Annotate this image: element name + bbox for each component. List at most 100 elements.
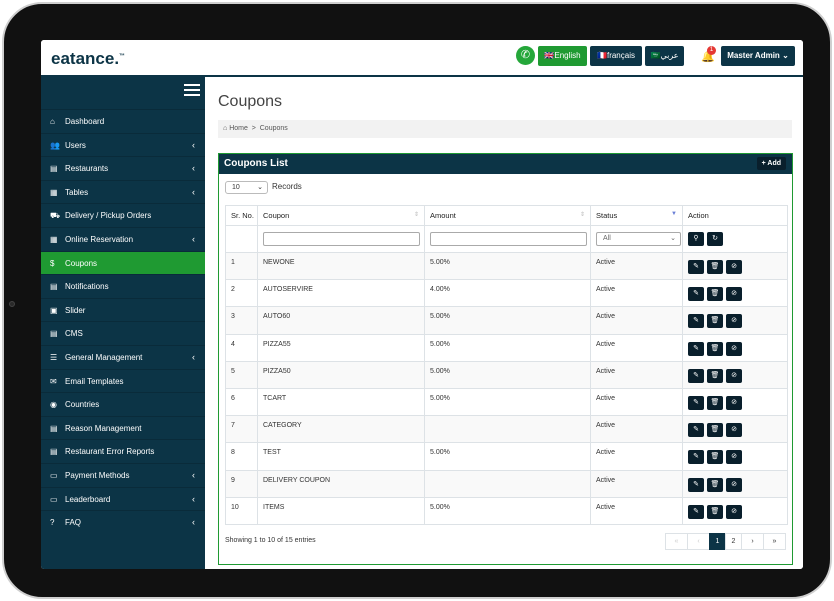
table-row: 5 PIZZA50 5.00% Active ✎ 🗑 ⊘ [225,360,788,389]
sidebar-item-reason-management[interactable]: ▤ Reason Management [41,415,205,440]
delete-button[interactable]: 🗑 [707,368,723,383]
delete-button[interactable]: 🗑 [707,423,723,438]
sidebar-item-general-management[interactable]: ☰ General Management ‹ [41,344,205,369]
edit-button[interactable]: ✎ [688,450,704,465]
top-bar: eatance.™ ✆ 🇬🇧English 🇫🇷français 🇸🇦عربي … [41,40,803,77]
delete-button[interactable]: 🗑 [707,504,723,519]
prev-page-button[interactable]: ‹ [687,533,710,550]
status-filter-select[interactable]: All ⌄ [596,232,681,246]
cell-actions: ✎ 🗑 ⊘ [682,279,788,308]
page-1-button[interactable]: 1 [709,533,726,550]
brand-logo[interactable]: eatance.™ [51,49,125,69]
chevron-left-icon: ‹ [192,493,195,504]
sidebar-item-label: FAQ [65,518,82,528]
sidebar-item-label: Reason Management [65,423,142,433]
sidebar-item-cms[interactable]: ▤ CMS [41,321,205,345]
sidebar-item-tables[interactable]: ▦ Tables ‹ [41,179,205,204]
sidebar-item-email-templates[interactable]: ✉ Email Templates [41,368,205,393]
edit-button[interactable]: ✎ [688,287,704,302]
search-button[interactable]: ⚲ [688,232,704,246]
trash-icon: 🗑 [710,398,720,406]
deactivate-button[interactable]: ⊘ [726,260,742,274]
lang-english-button[interactable]: 🇬🇧English [538,46,587,66]
last-page-button[interactable]: » [763,533,786,550]
edit-button[interactable]: ✎ [688,314,704,329]
table-row: 2 AUTOSERVIRE 4.00% Active ✎ 🗑 ⊘ [225,279,788,308]
sidebar-item-label: Delivery / Pickup Orders [65,211,152,221]
deactivate-button[interactable]: ⊘ [726,504,742,519]
trash-icon: 🗑 [710,290,720,298]
sidebar-item-payment-methods[interactable]: ▭ Payment Methods ‹ [41,462,205,487]
deactivate-button[interactable]: ⊘ [726,314,742,329]
hamburger-menu-icon[interactable] [184,84,200,97]
column-header-sr[interactable]: Sr. No. [225,205,258,226]
sidebar-item-dashboard[interactable]: ⌂ Dashboard [41,109,205,133]
coupon-filter-input[interactable] [263,232,420,246]
sidebar-item-leaderboard[interactable]: ▭ Leaderboard ‹ [41,486,205,511]
lang-french-button[interactable]: 🇫🇷français [590,46,642,66]
sidebar-item-faq[interactable]: ? FAQ ‹ [41,510,205,534]
edit-button[interactable]: ✎ [688,341,704,356]
next-page-button[interactable]: › [741,533,764,550]
cell-status: Active [590,306,683,335]
cell-status: Active [590,360,683,389]
reset-button[interactable]: ↻ [707,232,723,246]
column-header-action: Action [682,205,788,226]
cell-sr: 6 [225,387,258,417]
deactivate-button[interactable]: ⊘ [726,341,742,356]
page-length-select[interactable]: 10 ⌄ [225,181,268,194]
delete-button[interactable]: 🗑 [707,450,723,465]
sidebar-item-label: Restaurants [65,164,109,174]
edit-button[interactable]: ✎ [688,395,704,410]
edit-button[interactable]: ✎ [688,477,704,492]
add-coupon-button[interactable]: + Add [756,157,786,170]
sidebar-item-coupons[interactable]: $ Coupons [41,250,211,275]
amount-filter-input[interactable] [430,232,587,246]
sidebar-item-online-reservation[interactable]: ▦ Online Reservation ‹ [41,226,205,251]
delete-button[interactable]: 🗑 [707,477,723,492]
deactivate-button[interactable]: ⊘ [726,368,742,383]
edit-button[interactable]: ✎ [688,260,704,274]
cell-amount: 5.00% [424,496,591,525]
page-2-button[interactable]: 2 [725,533,742,550]
sidebar-item-label: Online Reservation [65,234,134,244]
delete-button[interactable]: 🗑 [707,395,723,410]
sidebar-item-users[interactable]: 👥 Users ‹ [41,132,205,157]
cell-status: Active [590,469,683,498]
home-icon: ⌂ [223,125,228,132]
delete-button[interactable]: 🗑 [707,260,723,274]
sidebar-item-countries[interactable]: ◉ Countries [41,392,205,416]
edit-icon: ✎ [693,453,699,461]
lang-arabic-button[interactable]: 🇸🇦عربي [645,46,684,66]
whatsapp-icon[interactable]: ✆ [516,46,535,65]
user-menu-button[interactable]: Master Admin ⌄ [721,46,795,66]
cell-status: Active [590,496,683,525]
sidebar-item-slider[interactable]: ▣ Slider [41,297,205,322]
column-header-coupon[interactable]: Coupon ⇕ [257,205,425,226]
delete-button[interactable]: 🗑 [707,341,723,356]
edit-button[interactable]: ✎ [688,504,704,519]
sidebar-item-restaurants[interactable]: ▤ Restaurants ‹ [41,156,205,180]
trash-icon: 🗑 [710,317,720,325]
deactivate-button[interactable]: ⊘ [726,395,742,410]
first-page-button[interactable]: « [665,533,688,550]
cell-coupon: NEWONE [257,251,425,281]
edit-button[interactable]: ✎ [688,368,704,383]
sidebar-item-delivery-pickup-orders[interactable]: ⛟ Delivery / Pickup Orders [41,203,205,227]
chevron-left-icon: ‹ [192,233,195,244]
column-header-amount[interactable]: Amount ⇕ [424,205,591,226]
deactivate-button[interactable]: ⊘ [726,287,742,302]
delete-button[interactable]: 🗑 [707,314,723,329]
delete-button[interactable]: 🗑 [707,287,723,302]
deactivate-button[interactable]: ⊘ [726,423,742,438]
deactivate-button[interactable]: ⊘ [726,477,742,492]
sidebar-item-notifications[interactable]: ▤ Notifications [41,274,205,298]
edit-icon: ✎ [693,263,699,270]
sort-desc-icon: ▼ [671,211,677,217]
cell-sr: 8 [225,442,258,471]
column-header-status[interactable]: Status ▼ [590,205,683,226]
breadcrumb-home-link[interactable]: Home [229,125,248,132]
deactivate-button[interactable]: ⊘ [726,450,742,465]
sidebar-item-restaurant-error-reports[interactable]: ▤ Restaurant Error Reports [41,439,205,463]
edit-button[interactable]: ✎ [688,423,704,438]
